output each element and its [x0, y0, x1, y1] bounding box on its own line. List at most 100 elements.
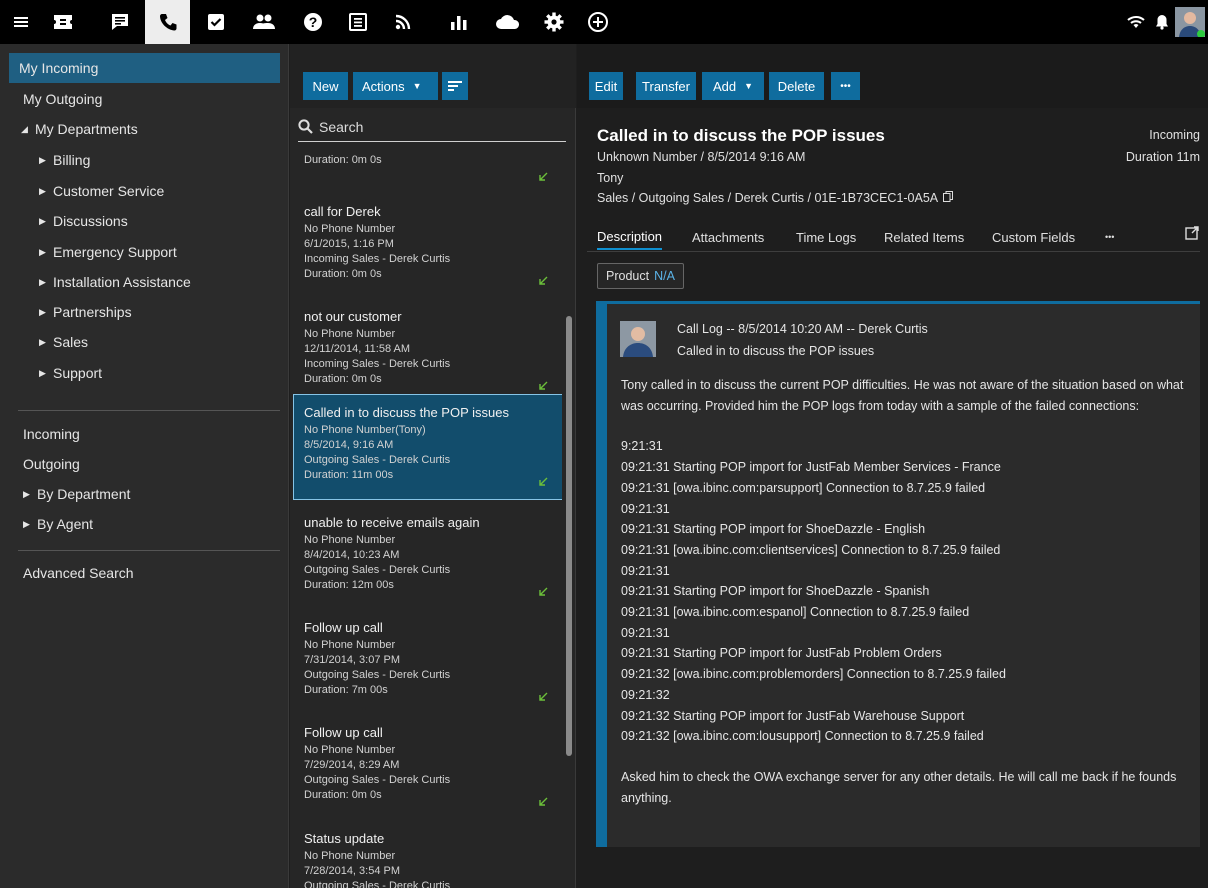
- call-title: Called in to discuss the POP issues: [597, 126, 885, 145]
- call-path: Sales / Outgoing Sales / Derek Curtis / …: [597, 191, 953, 205]
- tab-custom-fields[interactable]: Custom Fields: [992, 224, 1075, 250]
- popout-icon[interactable]: [1185, 226, 1199, 240]
- log-paragraph: Tony called in to discuss the current PO…: [621, 378, 1187, 413]
- reports-chart-icon[interactable]: [440, 0, 477, 44]
- chat-icon[interactable]: [101, 0, 138, 44]
- sort-lines-icon: [448, 81, 462, 91]
- log-line: 09:21:31 Starting POP import for JustFab…: [621, 646, 942, 661]
- list-item-selected[interactable]: Called in to discuss the POP issues No P…: [293, 394, 562, 500]
- transfer-button[interactable]: Transfer: [636, 72, 696, 100]
- delete-button[interactable]: Delete: [769, 72, 824, 100]
- sidebar-item-advanced-search[interactable]: Advanced Search: [0, 558, 289, 588]
- list-item[interactable]: unable to receive emails again No Phone …: [294, 505, 562, 609]
- agent-avatar: [620, 321, 656, 357]
- collapsed-triangle-icon: ▶: [23, 488, 30, 499]
- list-scrollbar[interactable]: [564, 144, 574, 888]
- sidebar-divider: [18, 550, 280, 551]
- sidebar-item-customer-service[interactable]: ▶ Customer Service: [0, 176, 289, 206]
- sidebar-item-support[interactable]: ▶ Support: [0, 358, 289, 388]
- log-line: 09:21:31 Starting POP import for ShoeDaz…: [621, 584, 930, 599]
- rss-icon[interactable]: [384, 0, 421, 44]
- collapsed-triangle-icon: ▶: [39, 336, 46, 347]
- contacts-icon[interactable]: [245, 0, 282, 44]
- sidebar-item-billing[interactable]: ▶ Billing: [0, 145, 289, 175]
- completed-arrow-icon: [539, 381, 548, 390]
- log-paragraph: Asked him to check the OWA exchange serv…: [621, 769, 1180, 805]
- search-input[interactable]: [319, 118, 549, 135]
- log-line: 09:21:31 [owa.ibinc.com:clientservices] …: [621, 542, 1001, 557]
- completed-arrow-icon: [539, 797, 548, 806]
- sidebar-item-sales[interactable]: ▶ Sales: [0, 327, 289, 357]
- tab-description[interactable]: Description: [597, 224, 663, 250]
- more-options-button[interactable]: •••: [831, 72, 860, 100]
- collapsed-triangle-icon: ▶: [39, 367, 46, 378]
- sidebar-item-my-incoming[interactable]: My Incoming: [9, 53, 280, 83]
- sidebar-divider: [18, 410, 280, 411]
- search-box[interactable]: [298, 112, 566, 142]
- sidebar-item-incoming[interactable]: Incoming: [0, 419, 289, 449]
- call-folders-sidebar: My Incoming My Outgoing ◢ My Departments…: [0, 44, 289, 888]
- call-number-date: Unknown Number / 8/5/2014 9:16 AM: [597, 150, 806, 164]
- new-button[interactable]: New: [303, 72, 348, 100]
- product-tag[interactable]: Product N/A: [597, 263, 684, 289]
- sort-button[interactable]: [442, 72, 468, 100]
- actions-label: Actions: [362, 78, 405, 94]
- edit-button[interactable]: Edit: [589, 72, 623, 100]
- call-log-subject: Called in to discuss the POP issues: [677, 344, 875, 358]
- log-line: 09:21:31 [owa.ibinc.com:parsupport] Conn…: [621, 480, 986, 495]
- collapsed-triangle-icon: ▶: [39, 276, 46, 287]
- sidebar-item-outgoing[interactable]: Outgoing: [0, 449, 289, 479]
- log-line: 09:21:32 [owa.ibinc.com:problemorders] C…: [621, 667, 1006, 682]
- call-list: Duration: 0m 0s call for Derek No Phone …: [290, 144, 562, 888]
- sidebar-item-my-departments[interactable]: ◢ My Departments: [0, 114, 289, 144]
- completed-arrow-icon: [539, 587, 548, 596]
- user-avatar[interactable]: [1172, 0, 1208, 44]
- list-item[interactable]: call for Derek No Phone Number 6/1/2015,…: [294, 194, 562, 298]
- phone-icon[interactable]: [145, 0, 190, 44]
- call-detail-panel: Edit Transfer Add ▼ Delete ••• Called in…: [577, 44, 1208, 888]
- help-icon[interactable]: ?: [294, 0, 331, 44]
- list-item[interactable]: Follow up call No Phone Number 7/29/2014…: [294, 715, 562, 819]
- actions-dropdown-button[interactable]: Actions ▼: [353, 72, 438, 100]
- sidebar-item-by-agent[interactable]: ▶ By Agent: [0, 509, 289, 539]
- hamburger-menu-icon[interactable]: [2, 0, 39, 44]
- tab-attachments[interactable]: Attachments: [692, 224, 764, 250]
- cloud-icon[interactable]: [489, 0, 526, 44]
- log-line: 09:21:32 Starting POP import for JustFab…: [621, 708, 965, 723]
- tab-more[interactable]: •••: [1105, 224, 1114, 250]
- knowledge-base-icon[interactable]: [339, 0, 376, 44]
- expanded-triangle-icon: ◢: [21, 123, 28, 134]
- add-circle-icon[interactable]: [579, 0, 616, 44]
- caret-down-icon: ▼: [412, 81, 422, 91]
- ticket-icon[interactable]: [44, 0, 81, 44]
- log-line: 09:21:31 [owa.ibinc.com:espanol] Connect…: [621, 605, 970, 620]
- log-line: 09:21:31 Starting POP import for ShoeDaz…: [621, 522, 926, 537]
- settings-gear-icon[interactable]: [535, 0, 572, 44]
- list-item[interactable]: Follow up call No Phone Number 7/31/2014…: [294, 610, 562, 714]
- scrollbar-thumb[interactable]: [566, 316, 572, 756]
- completed-arrow-icon: [539, 172, 548, 181]
- sidebar-item-installation-assistance[interactable]: ▶ Installation Assistance: [0, 267, 289, 297]
- sidebar-item-emergency-support[interactable]: ▶ Emergency Support: [0, 237, 289, 267]
- tab-related-items[interactable]: Related Items: [884, 224, 964, 250]
- search-icon: [298, 119, 313, 134]
- copy-icon[interactable]: [942, 191, 953, 202]
- task-checkbox-icon[interactable]: [197, 0, 234, 44]
- completed-arrow-icon: [539, 477, 548, 486]
- list-item[interactable]: Duration: 0m 0s: [294, 144, 562, 194]
- add-dropdown-button[interactable]: Add ▼: [702, 72, 764, 100]
- sidebar-item-discussions[interactable]: ▶ Discussions: [0, 206, 289, 236]
- collapsed-triangle-icon: ▶: [39, 306, 46, 317]
- collapsed-triangle-icon: ▶: [39, 246, 46, 257]
- collapsed-triangle-icon: ▶: [39, 154, 46, 165]
- detail-toolbar: Edit Transfer Add ▼ Delete •••: [577, 44, 1208, 108]
- list-item[interactable]: Status update No Phone Number 7/28/2014,…: [294, 821, 562, 888]
- list-toolbar: New Actions ▼: [290, 44, 576, 108]
- tab-time-logs[interactable]: Time Logs: [796, 224, 856, 250]
- list-item[interactable]: not our customer No Phone Number 12/11/2…: [294, 299, 562, 403]
- sidebar-item-my-outgoing[interactable]: My Outgoing: [0, 84, 289, 114]
- svg-text:?: ?: [308, 14, 317, 30]
- sidebar-item-by-department[interactable]: ▶ By Department: [0, 479, 289, 509]
- sidebar-item-partnerships[interactable]: ▶ Partnerships: [0, 297, 289, 327]
- log-line: 09:21:31: [621, 625, 670, 640]
